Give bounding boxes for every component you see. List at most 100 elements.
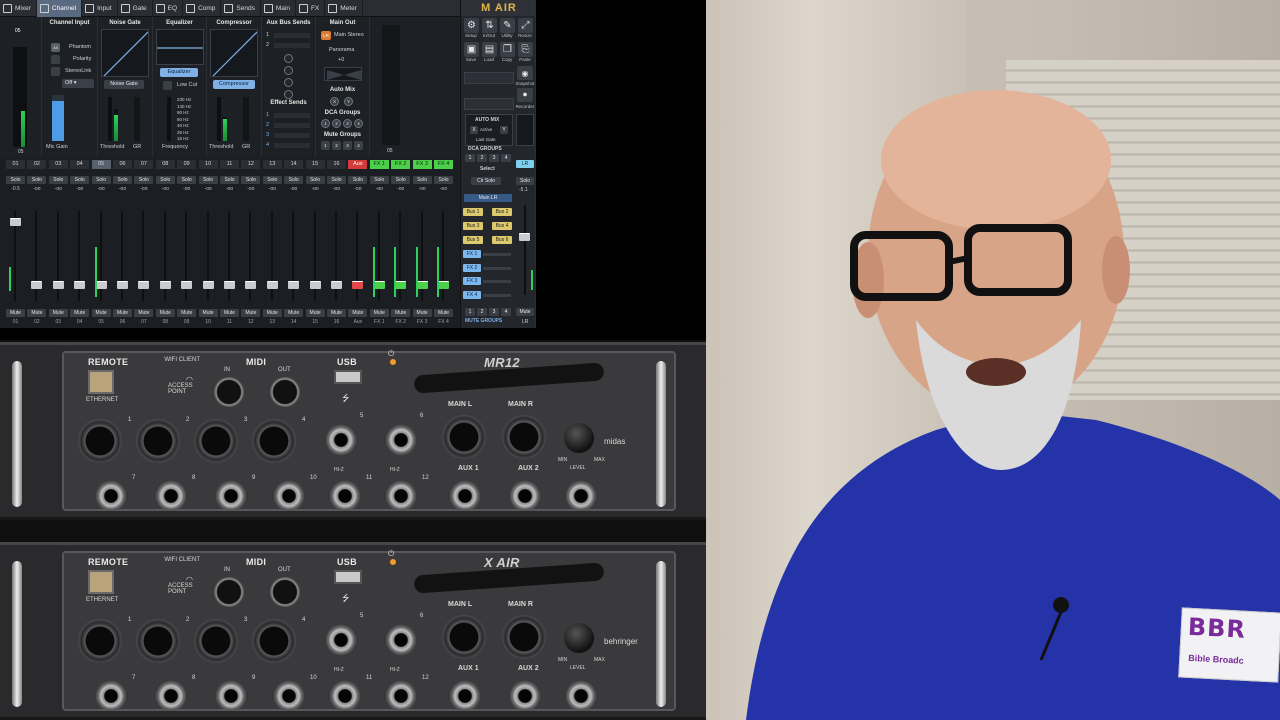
fx-2-button[interactable]: FX 2	[463, 263, 481, 272]
stereolink-toggle[interactable]	[51, 67, 60, 76]
aux-send-knob-1[interactable]	[284, 54, 293, 63]
mute-group-2-button[interactable]: 2	[332, 141, 341, 150]
line-input-9[interactable]	[216, 481, 246, 511]
channel-number-label[interactable]: 15	[305, 160, 325, 169]
mute-group-3-button[interactable]: 3	[489, 308, 499, 316]
utility-icon[interactable]: ✎	[500, 18, 515, 33]
channel-number-label[interactable]: 09	[177, 160, 197, 169]
lr-solo-button[interactable]: Solo	[516, 177, 534, 185]
line-input-10[interactable]	[274, 681, 304, 711]
fader-handle[interactable]	[159, 280, 171, 289]
fx-send-slider[interactable]	[483, 280, 511, 283]
mute-group-4-button[interactable]: 4	[501, 308, 511, 316]
fader-handle[interactable]	[138, 280, 150, 289]
midi-out-port[interactable]	[270, 577, 300, 607]
fader-handle[interactable]	[74, 280, 86, 289]
solo-button[interactable]: Solo	[391, 176, 411, 184]
line-input-5[interactable]	[326, 625, 356, 655]
solo-button[interactable]: Solo	[155, 176, 175, 184]
dca-group-1-button[interactable]: 1	[465, 154, 475, 162]
fx-1-button[interactable]: FX 1	[463, 250, 481, 258]
auto-mix-y-button[interactable]: Y	[500, 126, 508, 134]
auto-mix-y-button[interactable]: Y	[344, 97, 353, 106]
solo-button[interactable]: Solo	[220, 176, 239, 184]
copy-icon[interactable]: ❐	[500, 42, 515, 57]
channel-number-label[interactable]: 07	[134, 160, 154, 169]
compressor-button[interactable]: Compressor	[213, 80, 255, 89]
tab-mixer[interactable]: Mixer	[0, 0, 37, 17]
channel-number-label[interactable]: 10	[198, 160, 218, 169]
effect-send-slider[interactable]	[274, 123, 310, 128]
midi-out-port[interactable]	[270, 377, 300, 407]
mute-button[interactable]: Mute	[262, 309, 282, 317]
solo-button[interactable]: Solo	[134, 176, 154, 184]
combo-input-3[interactable]	[194, 419, 238, 463]
solo-button[interactable]: Solo	[305, 176, 325, 184]
mute-button[interactable]: Mute	[348, 309, 368, 317]
recorder-icon[interactable]: ⏺	[517, 88, 533, 102]
channel-number-label[interactable]: FX 3	[412, 160, 432, 169]
auto-mix-x-button[interactable]: X	[330, 97, 339, 106]
gate-threshold-track[interactable]	[108, 97, 112, 141]
lr-assign-button[interactable]: LR	[321, 31, 331, 40]
polarity-toggle[interactable]	[51, 55, 60, 64]
mute-group-1-button[interactable]: 1	[321, 141, 330, 150]
line-input-7[interactable]	[96, 481, 126, 511]
line-input-8[interactable]	[156, 481, 186, 511]
solo-button[interactable]: Solo	[262, 176, 282, 184]
phones-output[interactable]	[566, 681, 596, 711]
channel-number-label[interactable]: 05	[91, 160, 111, 169]
low-cut-toggle[interactable]	[163, 81, 172, 90]
solo-button[interactable]: Solo	[327, 176, 346, 184]
comp-threshold-track[interactable]	[217, 97, 221, 141]
mute-button[interactable]: Mute	[155, 309, 175, 317]
bus-4-button[interactable]: Bus 4	[492, 222, 512, 230]
channel-number-label[interactable]: 06	[113, 160, 132, 169]
link-select[interactable]: Off ▾	[62, 79, 94, 88]
dca-1-button[interactable]: 1	[321, 119, 330, 128]
solo-button[interactable]: Solo	[70, 176, 90, 184]
aux-2-output[interactable]	[510, 481, 540, 511]
channel-number-label[interactable]: 03	[48, 160, 68, 169]
channel-number-label[interactable]: FX 1	[369, 160, 389, 169]
mute-button[interactable]: Mute	[241, 309, 261, 317]
mute-button[interactable]: Mute	[198, 309, 218, 317]
usb-port[interactable]	[334, 370, 362, 384]
equalizer-button[interactable]: Equalizer	[160, 68, 198, 77]
fader-handle[interactable]	[95, 280, 107, 289]
main-l-output[interactable]	[442, 415, 486, 459]
fx-send-slider[interactable]	[483, 253, 511, 256]
tab-main[interactable]: Main	[261, 0, 296, 17]
fader-handle[interactable]	[31, 280, 43, 289]
fader-handle[interactable]	[52, 280, 64, 289]
solo-button[interactable]: Solo	[6, 176, 25, 184]
mic-gain-bar[interactable]	[52, 95, 64, 141]
channel-number-label[interactable]: 13	[262, 160, 282, 169]
main-r-output[interactable]	[502, 615, 546, 659]
solo-button[interactable]: Solo	[412, 176, 432, 184]
auto-mix-x-button[interactable]: X	[470, 126, 478, 134]
line-input-6[interactable]	[386, 425, 416, 455]
lr-mute-button[interactable]: Mute	[516, 308, 534, 316]
tab-fx[interactable]: FX	[296, 0, 326, 17]
mute-button[interactable]: Mute	[177, 309, 197, 317]
midi-in-port[interactable]	[214, 577, 244, 607]
mute-button[interactable]: Mute	[48, 309, 68, 317]
mute-button[interactable]: Mute	[327, 309, 346, 317]
bus-1-button[interactable]: Bus 1	[463, 208, 483, 216]
ethernet-port[interactable]	[88, 570, 114, 594]
aux-send-knob-3[interactable]	[284, 78, 293, 87]
fader-handle[interactable]	[288, 280, 300, 289]
combo-input-3[interactable]	[194, 619, 238, 663]
channel-number-label[interactable]: Aux	[348, 160, 368, 169]
fader-handle[interactable]	[245, 280, 257, 289]
recorder-transport[interactable]	[464, 98, 514, 110]
solo-button[interactable]: Solo	[27, 176, 47, 184]
line-input-6[interactable]	[386, 625, 416, 655]
snapshot-transport[interactable]	[464, 72, 514, 84]
aux-2-output[interactable]	[510, 681, 540, 711]
fx-send-slider[interactable]	[483, 293, 511, 297]
line-input-9[interactable]	[216, 681, 246, 711]
dca-3-button[interactable]: 3	[343, 119, 352, 128]
low-cut-frequency-track[interactable]	[167, 97, 171, 141]
